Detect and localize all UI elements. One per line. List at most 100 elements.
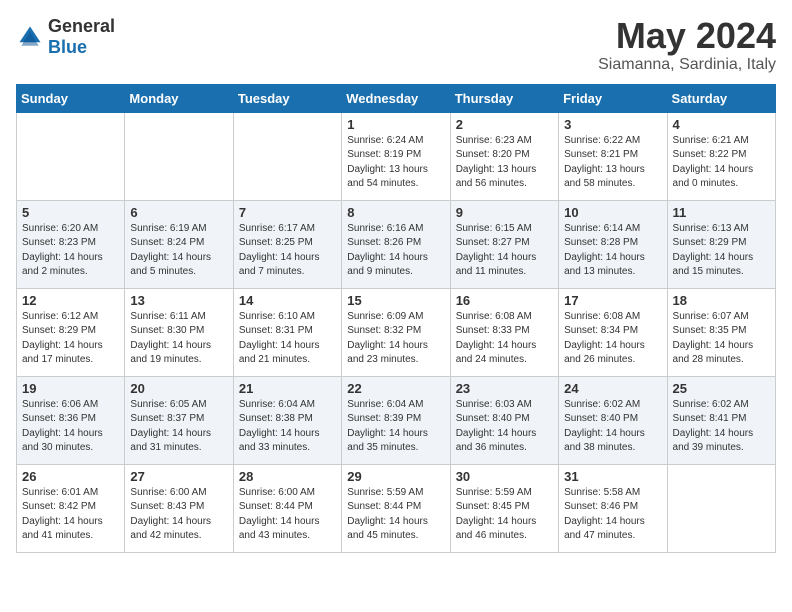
calendar-cell: 25Sunrise: 6:02 AMSunset: 8:41 PMDayligh… (667, 376, 775, 464)
weekday-header-wednesday: Wednesday (342, 84, 450, 112)
day-number: 7 (239, 205, 336, 220)
day-number: 14 (239, 293, 336, 308)
day-number: 2 (456, 117, 553, 132)
weekday-header-tuesday: Tuesday (233, 84, 341, 112)
day-number: 22 (347, 381, 444, 396)
day-number: 21 (239, 381, 336, 396)
calendar-cell: 9 Sunrise: 6:15 AMSunset: 8:27 PMDaylight… (450, 200, 558, 288)
week-row-1: 1 Sunrise: 6:24 AMSunset: 8:19 PMDaylight… (17, 112, 776, 200)
calendar-cell: 4 Sunrise: 6:21 AMSunset: 8:22 PMDaylight… (667, 112, 775, 200)
weekday-header-saturday: Saturday (667, 84, 775, 112)
cell-info: Sunrise: 6:11 AMSunset: 8:30 PMDaylight:… (130, 310, 227, 368)
cell-info: Sunrise: 6:24 AMSunset: 8:19 PMDaylight:… (347, 134, 444, 192)
cell-info: Sunrise: 6:14 AMSunset: 8:28 PMDaylight:… (564, 222, 661, 280)
cell-info: Sunrise: 6:01 AMSunset: 8:42 PMDaylight:… (22, 486, 119, 544)
day-number: 27 (130, 469, 227, 484)
cell-info: Sunrise: 6:16 AMSunset: 8:26 PMDaylight:… (347, 222, 444, 280)
cell-info: Sunrise: 6:21 AMSunset: 8:22 PMDaylight:… (673, 134, 770, 192)
calendar-cell: 26 Sunrise: 6:01 AMSunset: 8:42 PMDayligh… (17, 464, 125, 552)
calendar-cell: 13 Sunrise: 6:11 AMSunset: 8:30 PMDayligh… (125, 288, 233, 376)
cell-info: Sunrise: 6:10 AMSunset: 8:31 PMDaylight:… (239, 310, 336, 368)
cell-info: Sunrise: 6:08 AMSunset: 8:33 PMDaylight:… (456, 310, 553, 368)
calendar-cell: 6 Sunrise: 6:19 AMSunset: 8:24 PMDaylight… (125, 200, 233, 288)
cell-info: Sunrise: 6:23 AMSunset: 8:20 PMDaylight:… (456, 134, 553, 192)
day-number: 4 (673, 117, 770, 132)
day-number: 13 (130, 293, 227, 308)
calendar-cell: 15 Sunrise: 6:09 AMSunset: 8:32 PMDayligh… (342, 288, 450, 376)
day-number: 8 (347, 205, 444, 220)
week-row-3: 12Sunrise: 6:12 AMSunset: 8:29 PMDayligh… (17, 288, 776, 376)
day-number: 18 (673, 293, 770, 308)
calendar-cell: 19Sunrise: 6:06 AMSunset: 8:36 PMDayligh… (17, 376, 125, 464)
cell-info: Sunrise: 6:02 AMSunset: 8:40 PMDaylight:… (564, 398, 661, 456)
day-number: 20 (130, 381, 227, 396)
calendar-cell: 18 Sunrise: 6:07 AMSunset: 8:35 PMDayligh… (667, 288, 775, 376)
calendar-cell: 16Sunrise: 6:08 AMSunset: 8:33 PMDayligh… (450, 288, 558, 376)
cell-info: Sunrise: 6:22 AMSunset: 8:21 PMDaylight:… (564, 134, 661, 192)
calendar-cell: 3 Sunrise: 6:22 AMSunset: 8:21 PMDaylight… (559, 112, 667, 200)
weekday-header-sunday: Sunday (17, 84, 125, 112)
day-number: 1 (347, 117, 444, 132)
calendar-cell: 30 Sunrise: 5:59 AMSunset: 8:45 PMDayligh… (450, 464, 558, 552)
week-row-4: 19Sunrise: 6:06 AMSunset: 8:36 PMDayligh… (17, 376, 776, 464)
day-number: 5 (22, 205, 119, 220)
cell-info: Sunrise: 6:13 AMSunset: 8:29 PMDaylight:… (673, 222, 770, 280)
calendar-cell (125, 112, 233, 200)
cell-info: Sunrise: 6:12 AMSunset: 8:29 PMDaylight:… (22, 310, 119, 368)
calendar-cell: 14 Sunrise: 6:10 AMSunset: 8:31 PMDayligh… (233, 288, 341, 376)
logo-general: General (48, 16, 115, 36)
cell-info: Sunrise: 6:07 AMSunset: 8:35 PMDaylight:… (673, 310, 770, 368)
day-number: 19 (22, 381, 119, 396)
day-number: 30 (456, 469, 553, 484)
title-area: May 2024 Siamanna, Sardinia, Italy (598, 16, 776, 74)
day-number: 10 (564, 205, 661, 220)
weekday-header-row: SundayMondayTuesdayWednesdayThursdayFrid… (17, 84, 776, 112)
cell-info: Sunrise: 6:09 AMSunset: 8:32 PMDaylight:… (347, 310, 444, 368)
week-row-2: 5 Sunrise: 6:20 AMSunset: 8:23 PMDaylight… (17, 200, 776, 288)
day-number: 6 (130, 205, 227, 220)
day-number: 29 (347, 469, 444, 484)
day-number: 24 (564, 381, 661, 396)
cell-info: Sunrise: 6:15 AMSunset: 8:27 PMDaylight:… (456, 222, 553, 280)
day-number: 31 (564, 469, 661, 484)
location-title: Siamanna, Sardinia, Italy (598, 56, 776, 74)
day-number: 11 (673, 205, 770, 220)
cell-info: Sunrise: 6:20 AMSunset: 8:23 PMDaylight:… (22, 222, 119, 280)
calendar-body: 1 Sunrise: 6:24 AMSunset: 8:19 PMDaylight… (17, 112, 776, 552)
cell-info: Sunrise: 6:02 AMSunset: 8:41 PMDaylight:… (673, 398, 770, 456)
day-number: 26 (22, 469, 119, 484)
calendar-cell: 10 Sunrise: 6:14 AMSunset: 8:28 PMDayligh… (559, 200, 667, 288)
calendar-cell: 8 Sunrise: 6:16 AMSunset: 8:26 PMDaylight… (342, 200, 450, 288)
cell-info: Sunrise: 6:00 AMSunset: 8:44 PMDaylight:… (239, 486, 336, 544)
calendar-cell: 12Sunrise: 6:12 AMSunset: 8:29 PMDayligh… (17, 288, 125, 376)
calendar-cell (667, 464, 775, 552)
calendar-cell: 20 Sunrise: 6:05 AMSunset: 8:37 PMDayligh… (125, 376, 233, 464)
calendar-cell: 27Sunrise: 6:00 AMSunset: 8:43 PMDayligh… (125, 464, 233, 552)
logo-icon (16, 23, 44, 51)
day-number: 15 (347, 293, 444, 308)
weekday-header-monday: Monday (125, 84, 233, 112)
cell-info: Sunrise: 6:04 AMSunset: 8:38 PMDaylight:… (239, 398, 336, 456)
calendar-cell: 22 Sunrise: 6:04 AMSunset: 8:39 PMDayligh… (342, 376, 450, 464)
calendar-cell: 7Sunrise: 6:17 AMSunset: 8:25 PMDaylight… (233, 200, 341, 288)
calendar-cell: 5 Sunrise: 6:20 AMSunset: 8:23 PMDaylight… (17, 200, 125, 288)
cell-info: Sunrise: 6:05 AMSunset: 8:37 PMDaylight:… (130, 398, 227, 456)
day-number: 9 (456, 205, 553, 220)
month-title: May 2024 (598, 16, 776, 56)
weekday-header-thursday: Thursday (450, 84, 558, 112)
cell-info: Sunrise: 6:03 AMSunset: 8:40 PMDaylight:… (456, 398, 553, 456)
header: General Blue May 2024 Siamanna, Sardinia… (16, 16, 776, 74)
cell-info: Sunrise: 6:19 AMSunset: 8:24 PMDaylight:… (130, 222, 227, 280)
day-number: 17 (564, 293, 661, 308)
logo-blue: Blue (48, 37, 87, 57)
calendar-cell (17, 112, 125, 200)
calendar-cell: 17 Sunrise: 6:08 AMSunset: 8:34 PMDayligh… (559, 288, 667, 376)
calendar-cell: 24 Sunrise: 6:02 AMSunset: 8:40 PMDayligh… (559, 376, 667, 464)
day-number: 3 (564, 117, 661, 132)
cell-info: Sunrise: 5:59 AMSunset: 8:45 PMDaylight:… (456, 486, 553, 544)
cell-info: Sunrise: 6:08 AMSunset: 8:34 PMDaylight:… (564, 310, 661, 368)
cell-info: Sunrise: 6:04 AMSunset: 8:39 PMDaylight:… (347, 398, 444, 456)
weekday-header-friday: Friday (559, 84, 667, 112)
calendar-table: SundayMondayTuesdayWednesdayThursdayFrid… (16, 84, 776, 553)
cell-info: Sunrise: 5:59 AMSunset: 8:44 PMDaylight:… (347, 486, 444, 544)
